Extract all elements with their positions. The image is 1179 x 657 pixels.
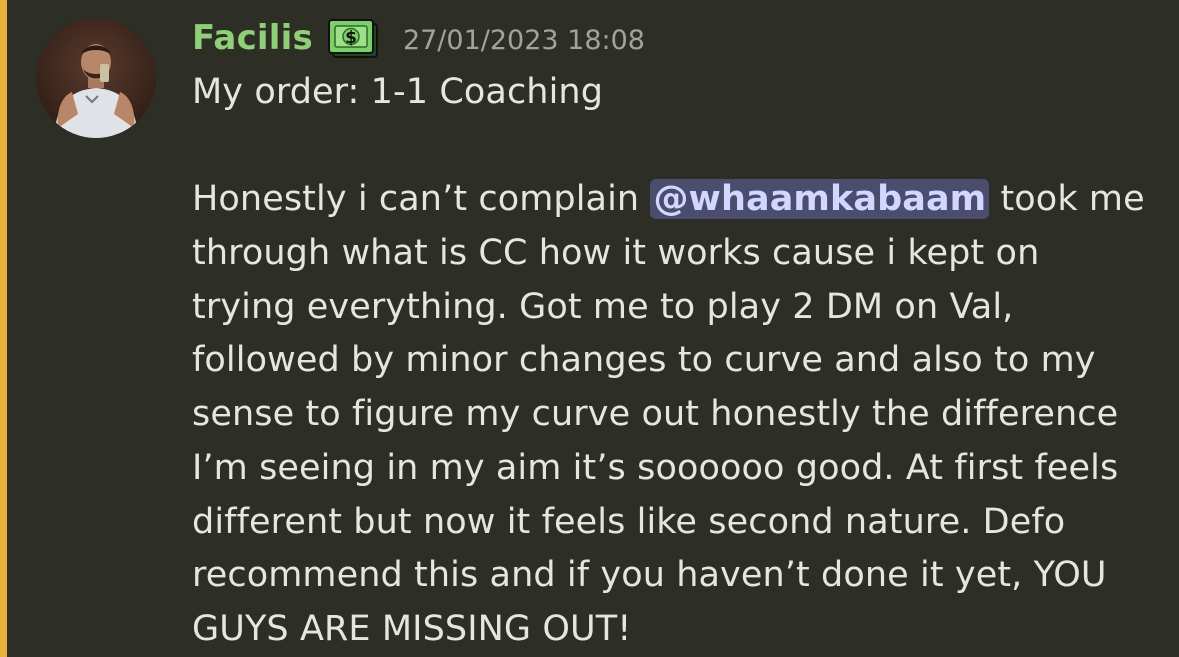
dollar-bill-icon[interactable]: $ — [327, 17, 379, 59]
message-header: Facilis $ 27/01/2023 18:08 — [192, 13, 645, 63]
message-line: GUYS ARE MISSING OUT! — [192, 608, 632, 649]
message-line: through what is CC how it works cause i … — [192, 233, 1040, 274]
message-line: My order: 1-1 Coaching — [192, 72, 604, 112]
message-timestamp: 27/01/2023 18:08 — [402, 24, 645, 56]
message-line: trying everything. Got me to play 2 DM o… — [192, 286, 1014, 327]
avatar[interactable] — [36, 18, 156, 138]
message-line: I’m seeing in my aim it’s soooooo good. … — [192, 447, 1119, 488]
message-content: My order: 1-1 Coaching Honestly i can’t … — [192, 66, 1152, 657]
avatar-image — [36, 18, 156, 138]
message-line: Honestly i can’t complain @whaamkabaam t… — [192, 173, 1152, 227]
message-line: different but now it feels like second n… — [192, 501, 1066, 542]
message-line: followed by minor changes to curve and a… — [192, 340, 1096, 381]
svg-text:$: $ — [345, 28, 357, 48]
message-text: took me — [989, 179, 1145, 220]
user-mention[interactable]: @whaamkabaam — [650, 179, 990, 220]
username[interactable]: Facilis — [192, 18, 313, 58]
mention-highlight-bar — [0, 0, 7, 657]
chat-message-view: Facilis $ 27/01/2023 18:08 My order: 1-1… — [0, 0, 1179, 657]
message-line: sense to figure my curve out honestly th… — [192, 394, 1119, 435]
message-line: recommend this and if you haven’t done i… — [192, 555, 1107, 596]
message-text: Honestly i can’t complain — [192, 179, 651, 220]
